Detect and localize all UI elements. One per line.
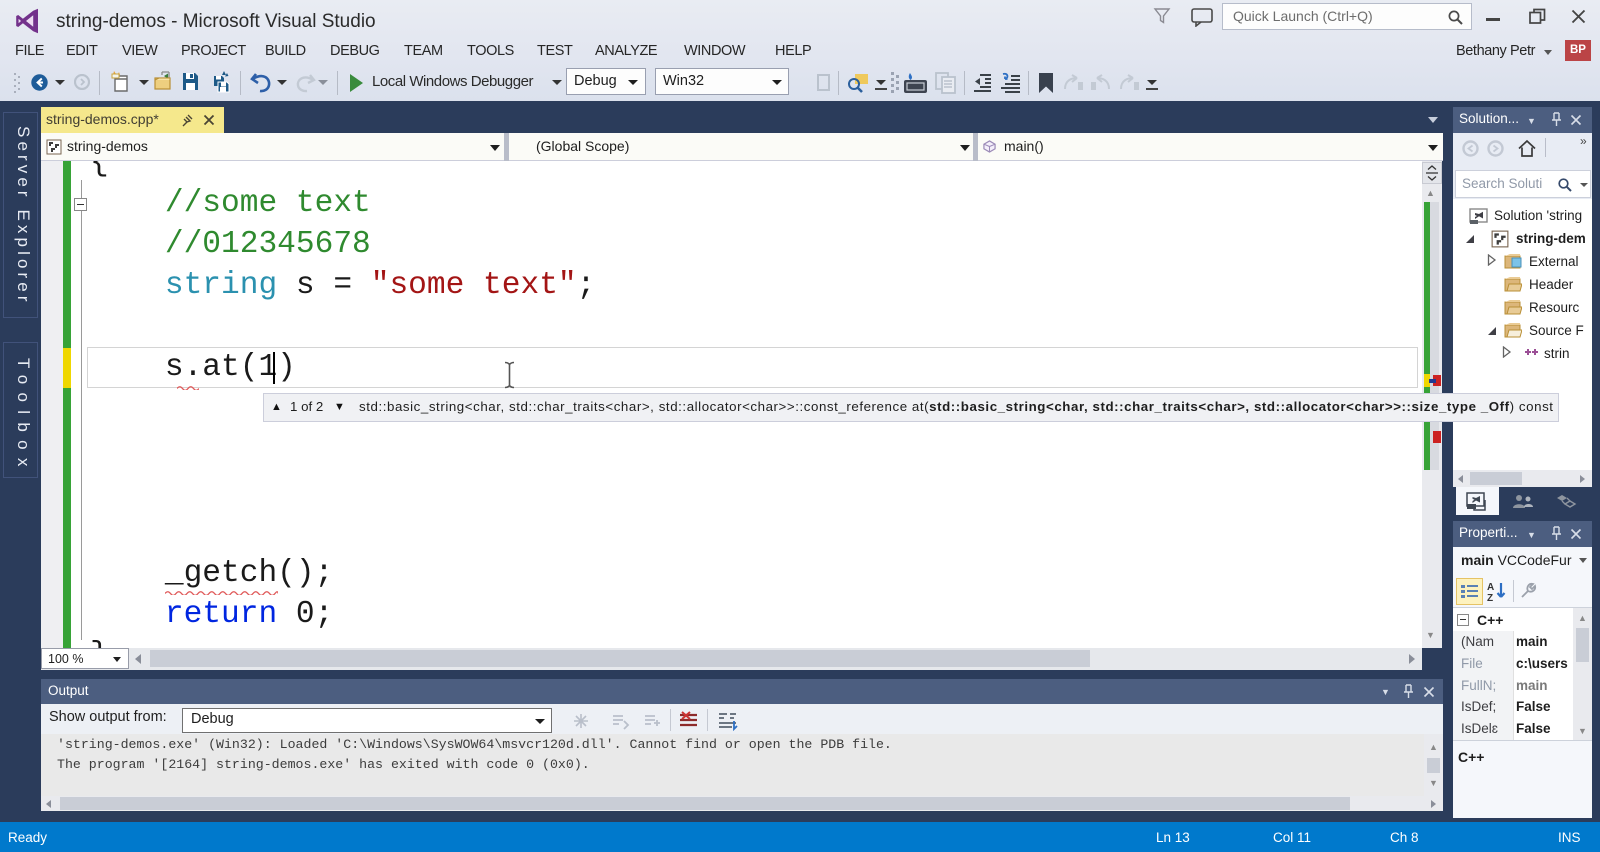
svg-text:A: A	[1487, 582, 1494, 593]
svg-text:Z: Z	[1487, 593, 1493, 602]
